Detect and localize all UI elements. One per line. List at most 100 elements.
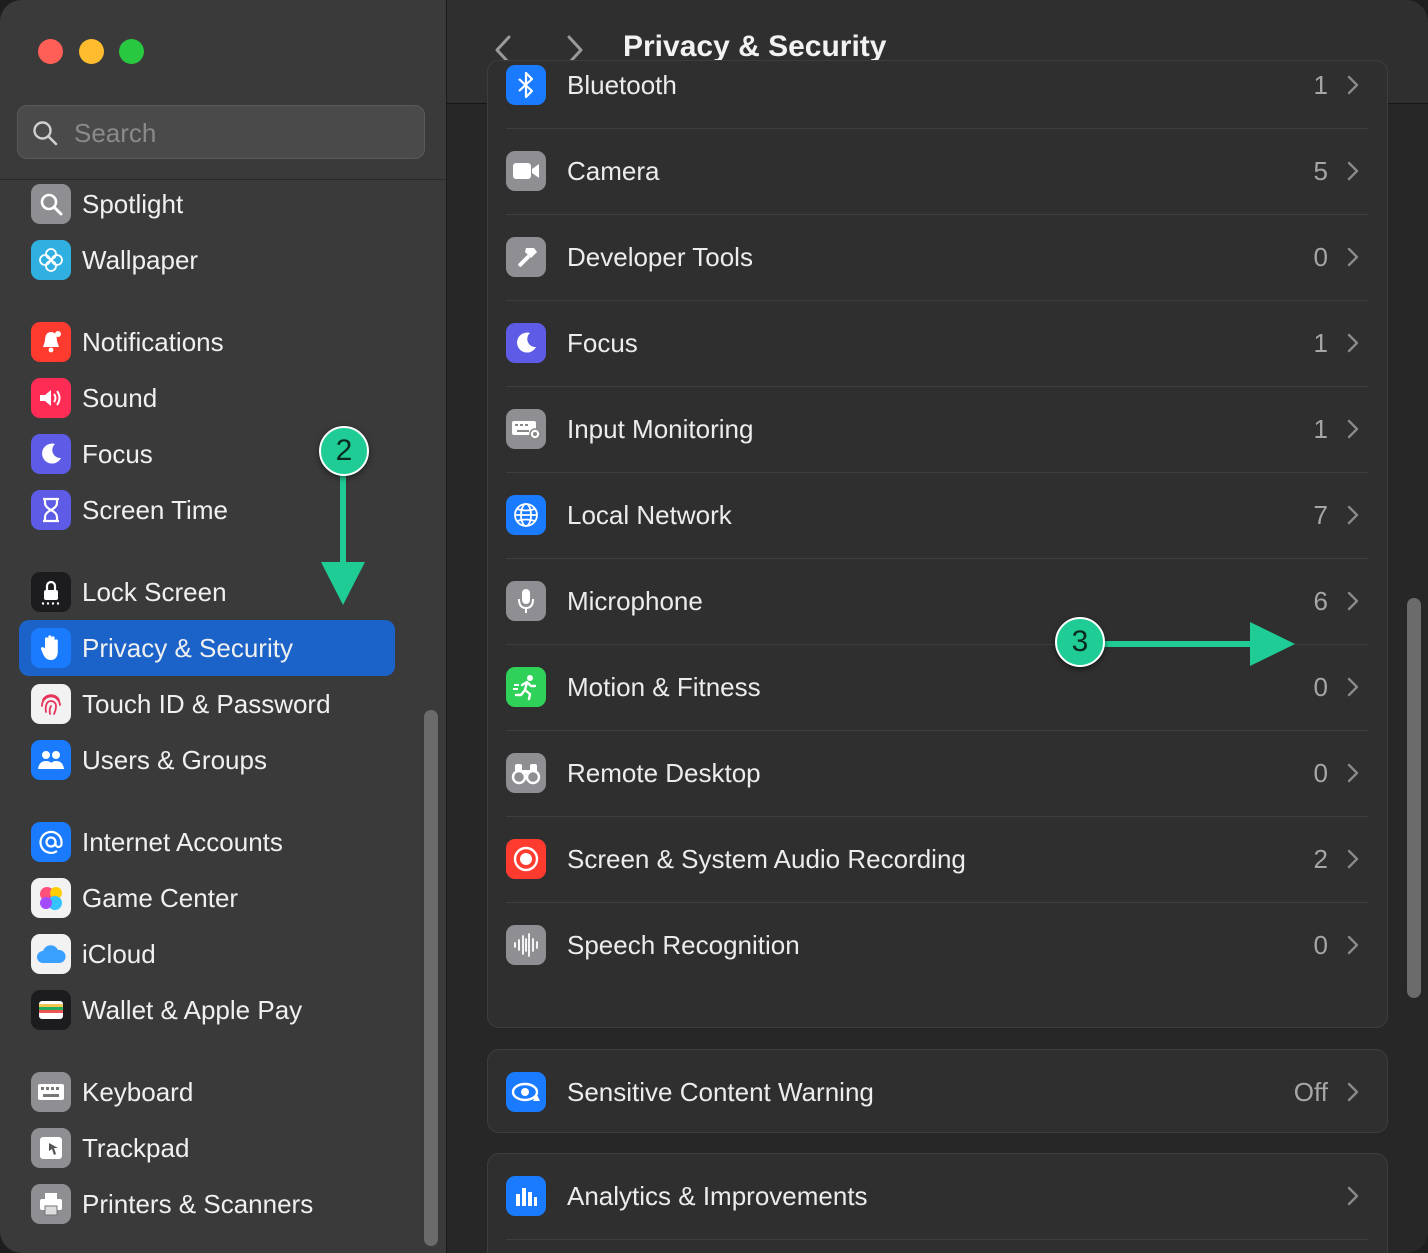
sidebar-item-label: Wallpaper	[82, 244, 199, 275]
main-scrollbar[interactable]	[1407, 598, 1421, 998]
close-window-button[interactable]	[38, 39, 63, 64]
sidebar-item-label: Printers & Scanners	[82, 1188, 314, 1219]
sidebar-item-label: Touch ID & Password	[82, 688, 331, 719]
wallet-icon	[31, 990, 71, 1030]
printer-icon	[31, 1184, 71, 1224]
row-label: Camera	[567, 155, 660, 186]
row-label: Local Network	[567, 499, 732, 530]
chevron-right-icon	[1347, 591, 1359, 611]
sensitive-content-row[interactable]: Sensitive Content Warning Off	[506, 1049, 1368, 1135]
chevron-right-icon	[1347, 419, 1359, 439]
fingerprint-icon	[31, 684, 71, 724]
row-label: Remote Desktop	[567, 757, 761, 788]
trackpad-icon	[31, 1128, 71, 1168]
row-label: Bluetooth	[567, 69, 677, 100]
chevron-right-icon	[1347, 763, 1359, 783]
row-count: 0	[1313, 241, 1328, 272]
row-count: 0	[1313, 671, 1328, 702]
privacy-row-remote-desktop[interactable]: Remote Desktop 0	[506, 730, 1368, 816]
record-icon	[506, 839, 546, 879]
chevron-right-icon	[1347, 247, 1359, 267]
row-label: Input Monitoring	[567, 413, 754, 444]
sidebar-item-printers-and-scanners[interactable]: Printers & Scanners	[19, 1176, 395, 1232]
sidebar-item-sound[interactable]: Sound	[19, 370, 395, 426]
analytics-icon	[506, 1176, 546, 1216]
row-separator	[506, 1239, 1368, 1240]
row-count: 0	[1313, 929, 1328, 960]
row-count: 2	[1313, 843, 1328, 874]
privacy-row-input-monitoring[interactable]: Input Monitoring 1	[506, 386, 1368, 472]
focus-moon-icon	[506, 323, 546, 363]
sidebar-item-label: Notifications	[82, 326, 224, 357]
row-label: Focus	[567, 327, 638, 358]
row-count: 1	[1313, 327, 1328, 358]
analytics-row[interactable]: Analytics & Improvements	[506, 1153, 1368, 1239]
sidebar-item-label: Lock Screen	[82, 576, 227, 607]
sidebar-item-label: Focus	[82, 438, 153, 469]
privacy-row-focus[interactable]: Focus 1	[506, 300, 1368, 386]
row-label: Developer Tools	[567, 241, 753, 272]
row-label: Sensitive Content Warning	[567, 1076, 874, 1107]
running-icon	[506, 667, 546, 707]
icloud-icon	[31, 934, 71, 974]
microphone-icon	[506, 581, 546, 621]
sidebar-scrollbar[interactable]	[424, 710, 438, 1246]
privacy-row-local-network[interactable]: Local Network 7	[506, 472, 1368, 558]
camera-icon	[506, 151, 546, 191]
row-count: 0	[1313, 757, 1328, 788]
row-label: Screen & System Audio Recording	[567, 843, 966, 874]
sidebar-item-label: iCloud	[82, 938, 156, 969]
search-icon	[33, 121, 58, 146]
sidebar-item-spotlight[interactable]: Spotlight	[19, 176, 395, 232]
sidebar-item-touch-id-and-password[interactable]: Touch ID & Password	[19, 676, 395, 732]
notifications-icon	[31, 322, 71, 362]
sidebar: Spotlight Wallpaper Notifications Sound Focu…	[0, 0, 447, 1253]
privacy-row-speech-recognition[interactable]: Speech Recognition 0	[506, 902, 1368, 988]
sidebar-item-label: Privacy & Security	[82, 632, 293, 663]
sidebar-item-privacy-and-security[interactable]: Privacy & Security	[19, 620, 395, 676]
row-count: 6	[1313, 585, 1328, 616]
privacy-hand-icon	[31, 628, 71, 668]
privacy-row-screen-and-system-audio-recording[interactable]: Screen & System Audio Recording 2	[506, 816, 1368, 902]
privacy-row-bluetooth[interactable]: Bluetooth 1	[506, 42, 1368, 128]
bluetooth-icon	[506, 65, 546, 105]
sound-icon	[31, 378, 71, 418]
users-icon	[31, 740, 71, 780]
row-count: 5	[1313, 155, 1328, 186]
row-count: 7	[1313, 499, 1328, 530]
sidebar-item-icloud[interactable]: iCloud	[19, 926, 395, 982]
search-input[interactable]	[72, 114, 416, 152]
sidebar-item-notifications[interactable]: Notifications	[19, 314, 395, 370]
sidebar-item-wallpaper[interactable]: Wallpaper	[19, 232, 395, 288]
keyboard-icon	[31, 1072, 71, 1112]
privacy-row-camera[interactable]: Camera 5	[506, 128, 1368, 214]
sidebar-item-game-center[interactable]: Game Center	[19, 870, 395, 926]
privacy-row-developer-tools[interactable]: Developer Tools 0	[506, 214, 1368, 300]
wallpaper-icon	[31, 240, 71, 280]
search-field	[17, 105, 425, 159]
row-label: Microphone	[567, 585, 703, 616]
row-value: Off	[1293, 1076, 1328, 1107]
sidebar-item-label: Users & Groups	[82, 744, 267, 775]
chevron-right-icon	[1347, 161, 1359, 181]
sidebar-item-label: Screen Time	[82, 494, 228, 525]
annotation-arrow-right	[1095, 622, 1295, 666]
sidebar-item-label: Spotlight	[82, 188, 184, 219]
sidebar-item-label: Trackpad	[82, 1132, 190, 1163]
row-label: Motion & Fitness	[567, 671, 761, 702]
game-center-icon	[31, 878, 71, 918]
sidebar-item-trackpad[interactable]: Trackpad	[19, 1120, 395, 1176]
row-count: 1	[1313, 69, 1328, 100]
sidebar-item-label: Keyboard	[82, 1076, 194, 1107]
sidebar-item-users-and-groups[interactable]: Users & Groups	[19, 732, 395, 788]
sidebar-item-internet-accounts[interactable]: Internet Accounts	[19, 814, 395, 870]
chevron-right-icon	[1347, 1186, 1359, 1206]
chevron-right-icon	[1347, 505, 1359, 525]
globe-icon	[506, 495, 546, 535]
chevron-right-icon	[1347, 333, 1359, 353]
zoom-window-button[interactable]	[119, 39, 144, 64]
minimize-window-button[interactable]	[79, 39, 104, 64]
sidebar-item-wallet-and-apple-pay[interactable]: Wallet & Apple Pay	[19, 982, 395, 1038]
sidebar-item-keyboard[interactable]: Keyboard	[19, 1064, 395, 1120]
waveform-icon	[506, 925, 546, 965]
